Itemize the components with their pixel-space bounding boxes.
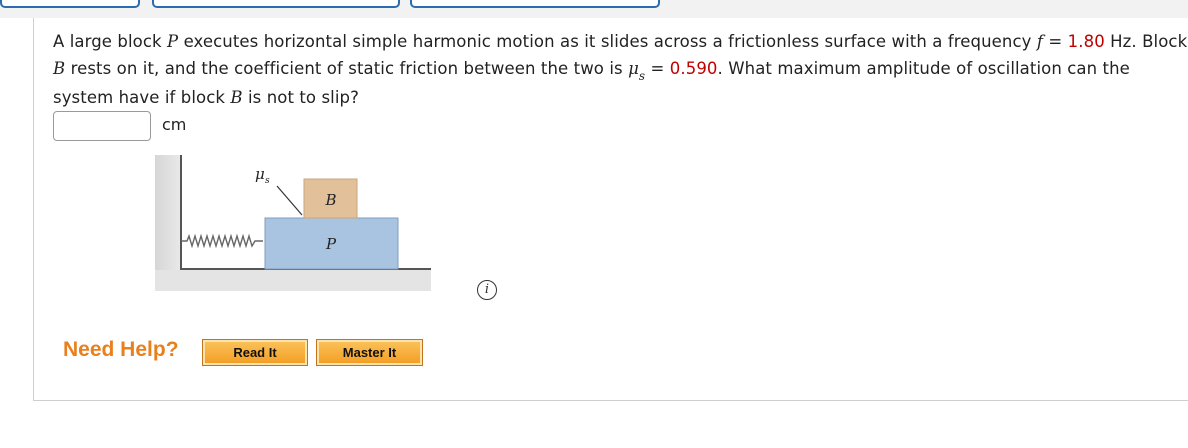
question-text-part: rests on it, and the coefficient of stat… xyxy=(65,59,629,78)
question-text: A large block P executes horizontal simp… xyxy=(53,28,1188,111)
question-text-part: Hz. Block xyxy=(1104,32,1188,51)
block-p-label: P xyxy=(325,235,337,253)
symbol-mu: μ xyxy=(628,59,639,78)
amplitude-answer-input[interactable] xyxy=(53,111,151,141)
question-text-part: = xyxy=(645,59,670,78)
block-spring-figure: P B μ s xyxy=(155,155,431,291)
answer-unit: cm xyxy=(162,115,187,134)
floor xyxy=(155,270,431,291)
question-text-part: A large block xyxy=(53,32,168,51)
symbol-p: P xyxy=(167,32,179,51)
figure-mu-label: μ xyxy=(255,165,265,183)
frequency-value: 1.80 xyxy=(1067,32,1105,51)
friction-coefficient-value: 0.590 xyxy=(669,59,718,78)
nav-tab-2[interactable] xyxy=(152,0,400,8)
friction-pointer-line xyxy=(276,185,303,216)
top-navigation-strip xyxy=(0,0,1188,18)
spring xyxy=(181,233,263,249)
question-text-part: = xyxy=(1043,32,1068,51)
symbol-b: B xyxy=(53,59,66,78)
need-help-label: Need Help? xyxy=(63,338,179,361)
question-text-part: is not to slip? xyxy=(242,88,359,107)
block-b-label: B xyxy=(324,191,336,209)
question-text-part: executes horizontal simple harmonic moti… xyxy=(178,32,1037,51)
symbol-mu-subscript: s xyxy=(638,69,646,83)
info-icon[interactable]: i xyxy=(477,280,497,300)
read-it-button[interactable]: Read It xyxy=(202,339,308,366)
symbol-b: B xyxy=(230,88,243,107)
nav-tab-3[interactable] xyxy=(410,0,660,8)
figure-mu-subscript: s xyxy=(265,176,270,186)
master-it-button[interactable]: Master It xyxy=(316,339,423,366)
nav-tab-1[interactable] xyxy=(0,0,140,8)
